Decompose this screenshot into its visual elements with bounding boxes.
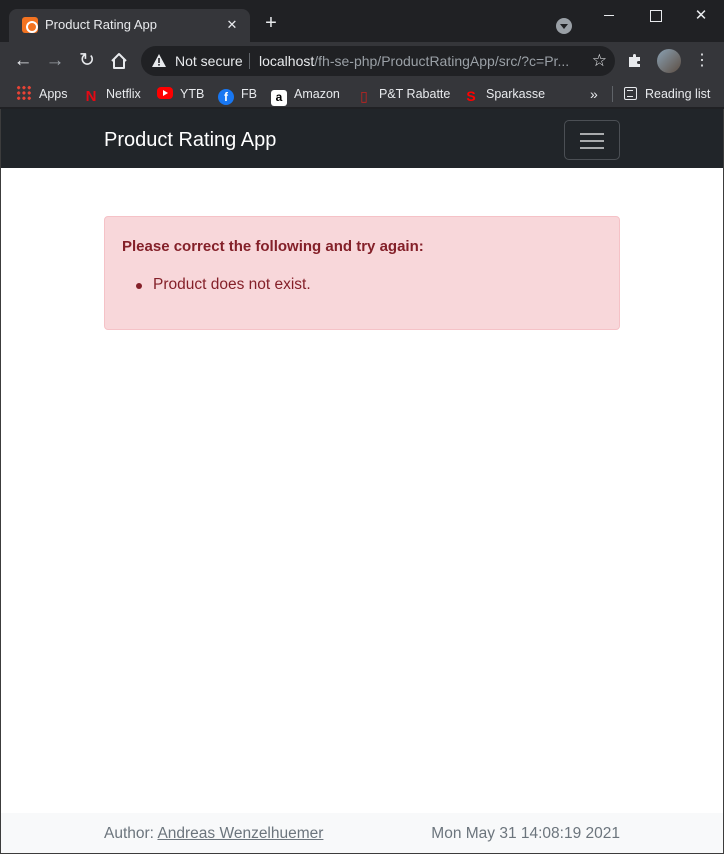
error-item: Product does not exist. <box>136 276 311 294</box>
tab-search-icon[interactable] <box>556 18 572 34</box>
url-host: localhost <box>259 53 315 69</box>
new-tab-button[interactable]: + <box>260 12 282 34</box>
footer-author: Author: Andreas Wenzelhuemer <box>104 825 323 843</box>
bookmark-label: P&T Rabatte <box>379 87 451 101</box>
forward-arrow-icon[interactable]: → <box>41 47 69 75</box>
menu-kebab-icon[interactable]: ⋮ <box>692 48 712 74</box>
bookmark-netflix[interactable]: N Netflix <box>83 85 141 105</box>
reading-list-button[interactable]: Reading list <box>624 85 710 103</box>
bookmark-sparkasse[interactable]: S Sparkasse <box>463 85 546 104</box>
footer-timestamp: Mon May 31 14:08:19 2021 <box>431 825 620 842</box>
address-bar[interactable]: Not secure localhost/fh-se-php/ProductRa… <box>141 46 615 76</box>
bookmark-star-icon[interactable]: ☆ <box>592 50 607 72</box>
bookmarks-divider <box>612 86 613 102</box>
navbar-toggler-button[interactable] <box>564 120 620 160</box>
pt-rabatte-icon: ▯ <box>360 88 368 104</box>
security-label[interactable]: Not secure <box>175 53 243 69</box>
navbar-brand[interactable]: Product Rating App <box>104 129 276 152</box>
bookmark-fb[interactable]: f FB <box>218 85 257 105</box>
maximize-button[interactable] <box>632 0 678 32</box>
browser-tab[interactable]: Product Rating App ✕ <box>9 9 250 42</box>
tab-title: Product Rating App <box>45 17 158 32</box>
bookmark-amazon[interactable]: a Amazon <box>271 85 340 106</box>
bookmarks-overflow-button[interactable]: » <box>590 85 598 103</box>
app-navbar: Product Rating App <box>1 109 723 168</box>
bookmark-label: YTB <box>180 87 205 101</box>
browser-toolbar: ← → ↻ Not secure localhost/fh-se-php/Pro… <box>0 42 724 80</box>
back-arrow-icon[interactable]: ← <box>9 47 37 75</box>
youtube-icon <box>157 87 173 99</box>
warning-icon <box>152 54 166 67</box>
amazon-icon: a <box>271 90 287 106</box>
reading-list-label: Reading list <box>645 87 711 101</box>
reading-list-icon <box>624 87 637 100</box>
url-path: /fh-se-php/ProductRatingApp/src/?c=Pr... <box>314 53 570 69</box>
profile-avatar[interactable] <box>657 49 681 73</box>
bookmark-label: Netflix <box>106 87 141 101</box>
page-viewport: Product Rating App Please correct the fo… <box>1 109 723 853</box>
author-link[interactable]: Andreas Wenzelhuemer <box>157 825 323 842</box>
sparkasse-icon: S <box>466 88 476 104</box>
hamburger-icon-bar <box>580 147 604 149</box>
reload-icon[interactable]: ↻ <box>73 47 101 75</box>
alert-heading: Please correct the following and try aga… <box>122 238 424 255</box>
hamburger-icon-bar <box>580 140 604 142</box>
bookmark-ytb[interactable]: YTB <box>157 85 204 103</box>
apps-grid-icon <box>16 85 32 101</box>
extensions-puzzle-icon[interactable] <box>624 51 646 73</box>
page-footer: Author: Andreas Wenzelhuemer Mon May 31 … <box>1 813 723 853</box>
bookmark-label: Apps <box>39 87 68 101</box>
url-text[interactable]: localhost/fh-se-php/ProductRatingApp/src… <box>259 53 579 69</box>
hamburger-icon <box>580 133 604 135</box>
error-alert: Please correct the following and try aga… <box>104 216 620 330</box>
window-border <box>0 109 1 854</box>
omnibox-divider <box>249 53 250 69</box>
facebook-icon: f <box>218 89 234 105</box>
error-list: Product does not exist. <box>136 276 311 294</box>
bookmark-pt-rabatte[interactable]: ▯ P&T Rabatte <box>356 85 451 104</box>
bookmark-label: FB <box>241 87 257 101</box>
tab-close-icon[interactable]: ✕ <box>222 15 242 35</box>
browser-titlebar: Product Rating App ✕ + ✕ <box>0 0 724 42</box>
bookmark-label: Sparkasse <box>486 87 546 101</box>
bookmark-label: Amazon <box>294 87 340 101</box>
netflix-icon: N <box>85 88 97 105</box>
bookmark-apps[interactable]: Apps <box>16 85 68 103</box>
minimize-button[interactable] <box>586 0 632 32</box>
author-prefix: Author: <box>104 825 158 842</box>
home-icon[interactable] <box>105 47 133 75</box>
xampp-favicon-icon <box>22 17 38 33</box>
window-close-button[interactable]: ✕ <box>678 0 724 32</box>
bookmarks-bar: Apps N Netflix YTB f FB a Amazon ▯ P&T Rabat… <box>0 80 724 108</box>
